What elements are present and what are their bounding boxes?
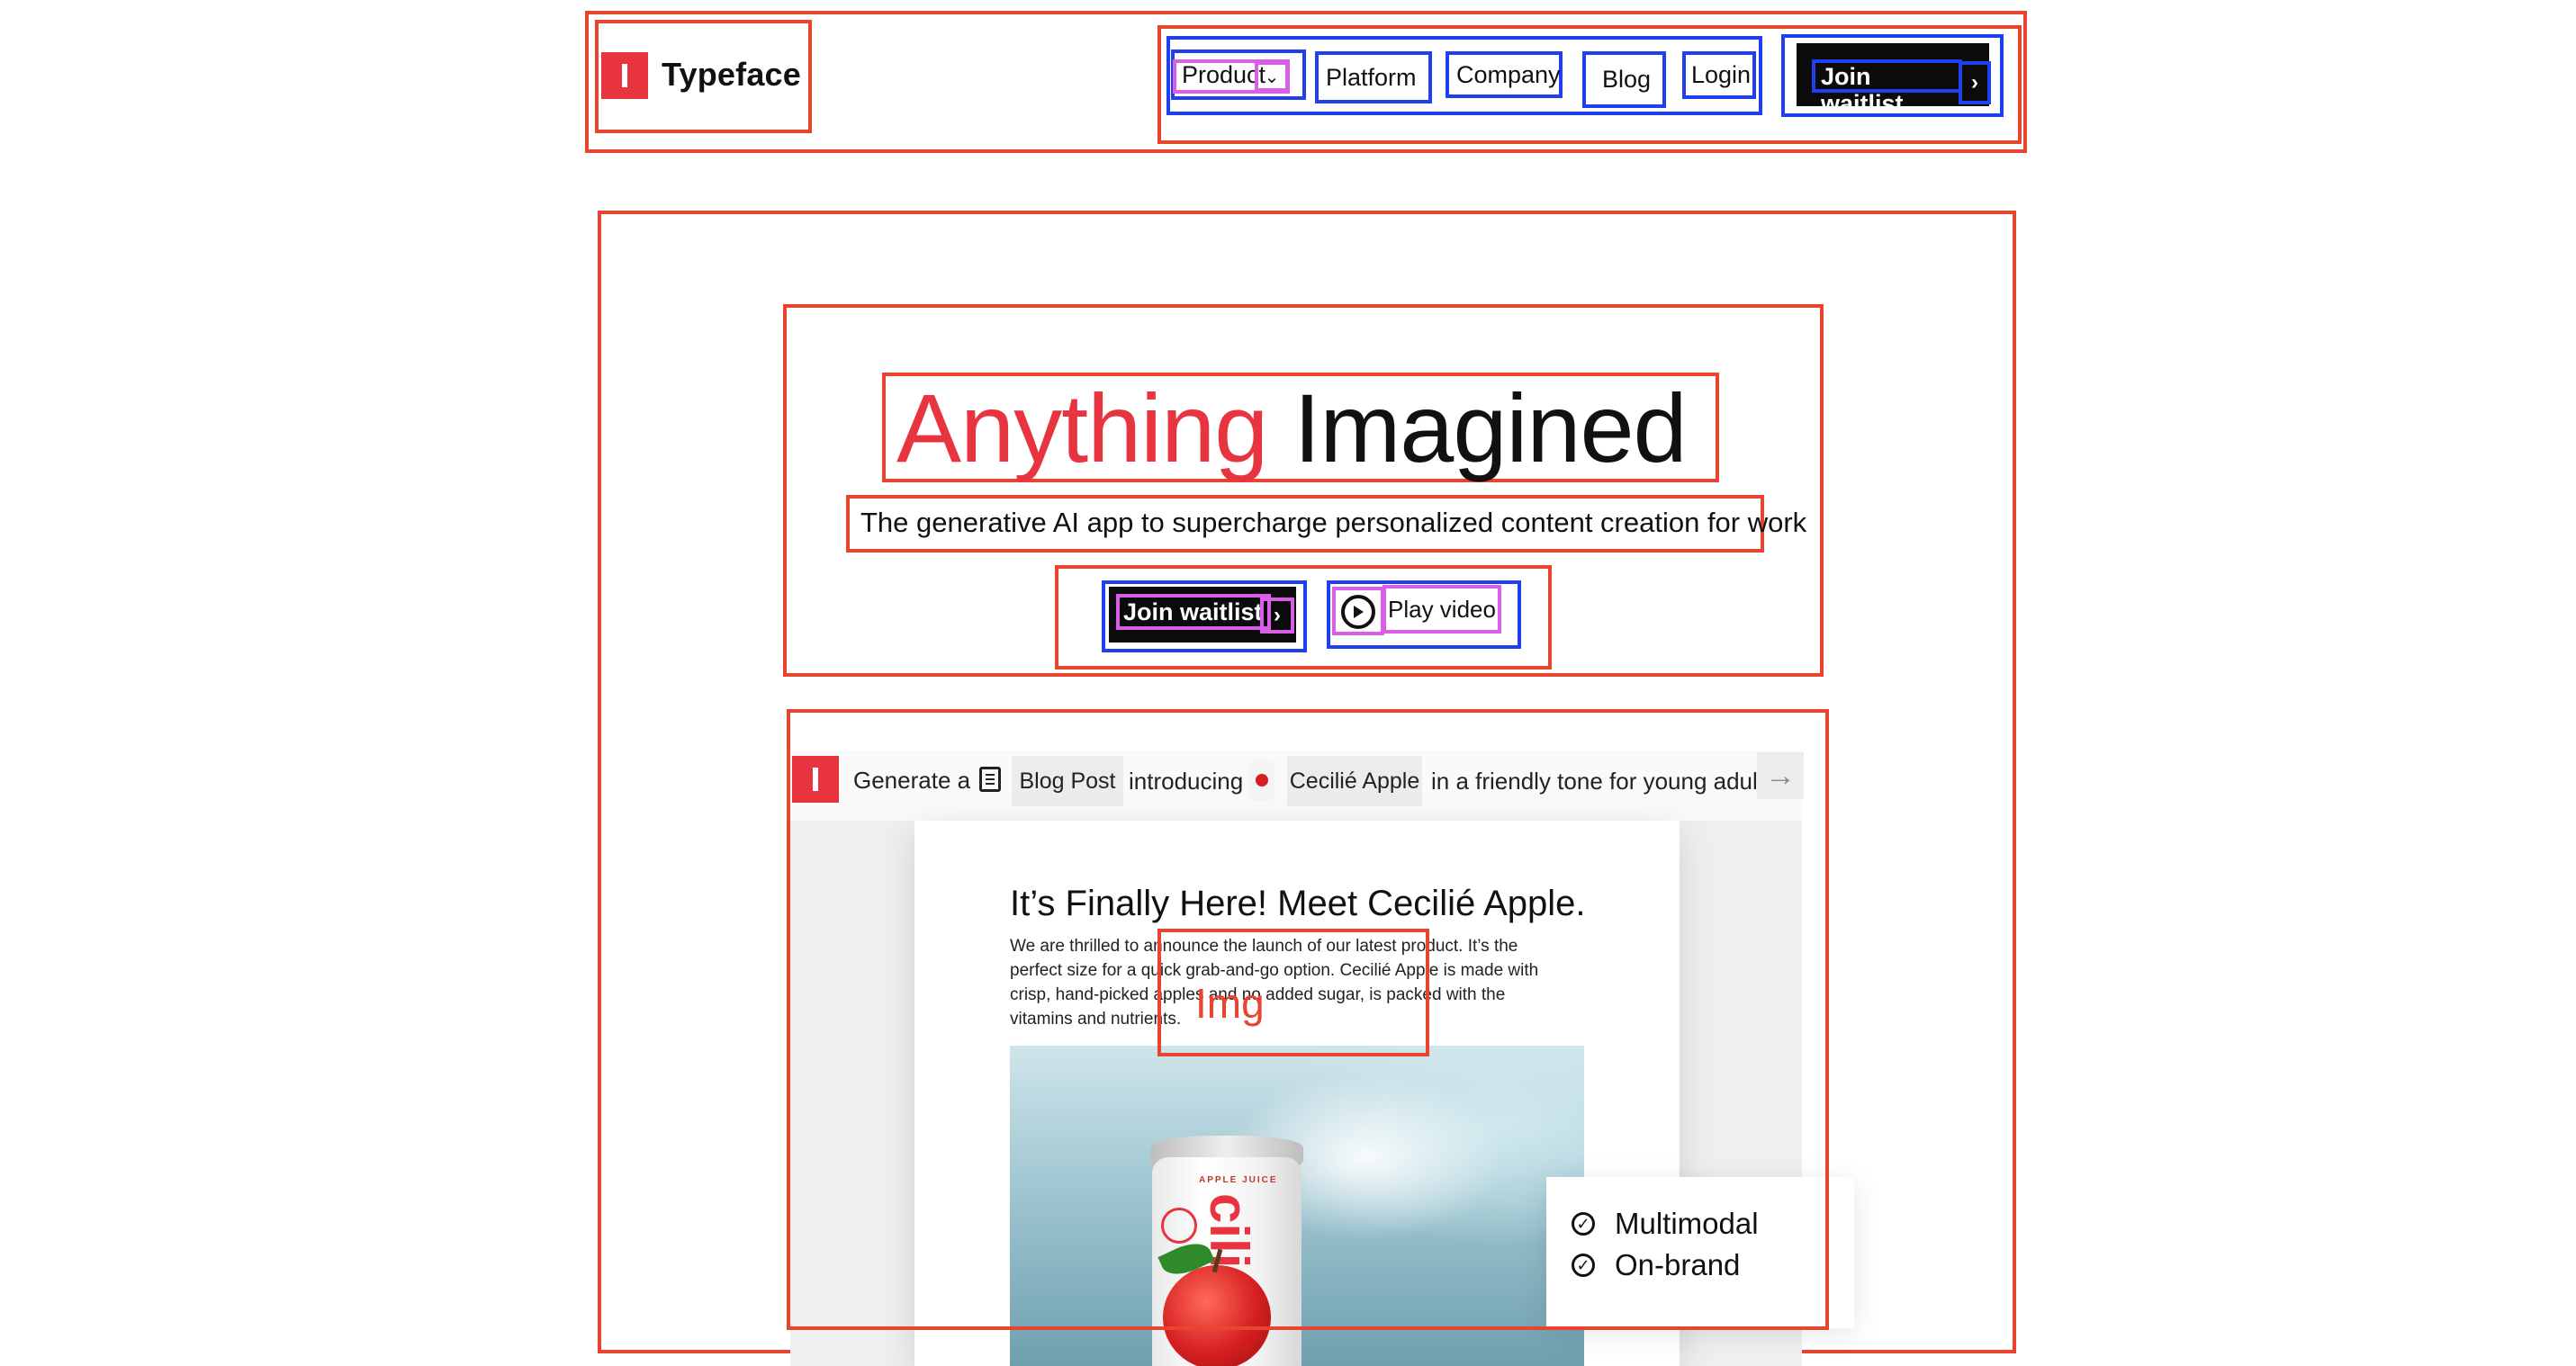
hero-headline-rest: Imagined xyxy=(1293,373,1687,482)
hero-headline: Anything Imagined xyxy=(896,380,1688,477)
hero-play-video-label: Play video xyxy=(1383,585,1501,634)
brand-mark-icon xyxy=(601,52,648,99)
brand-name: Typeface xyxy=(662,56,802,93)
chevron-down-icon[interactable]: ⌄ xyxy=(1255,61,1289,92)
nav-login-label: Login xyxy=(1691,61,1752,88)
hero-subtitle: The generative AI app to supercharge per… xyxy=(860,507,1807,538)
nav-blog[interactable]: Blog xyxy=(1582,51,1666,108)
nav-login[interactable]: Login xyxy=(1682,51,1756,99)
nav-platform-label: Platform xyxy=(1326,63,1417,91)
header-join-waitlist-label: Join waitlist xyxy=(1812,59,1962,117)
chevron-right-icon: › xyxy=(1959,61,1991,104)
play-icon xyxy=(1341,595,1375,629)
preview-section xyxy=(787,709,1829,1330)
nav-platform[interactable]: Platform xyxy=(1315,51,1432,103)
hero-chevron-right-icon: › xyxy=(1260,598,1294,634)
hero-headline-accent: Anything xyxy=(896,373,1268,482)
nav-blog-label: Blog xyxy=(1602,66,1652,93)
nav-company-label: Company xyxy=(1456,60,1561,88)
hero-join-waitlist-label: Join waitlist xyxy=(1116,594,1271,630)
nav-company[interactable]: Company xyxy=(1446,51,1563,98)
